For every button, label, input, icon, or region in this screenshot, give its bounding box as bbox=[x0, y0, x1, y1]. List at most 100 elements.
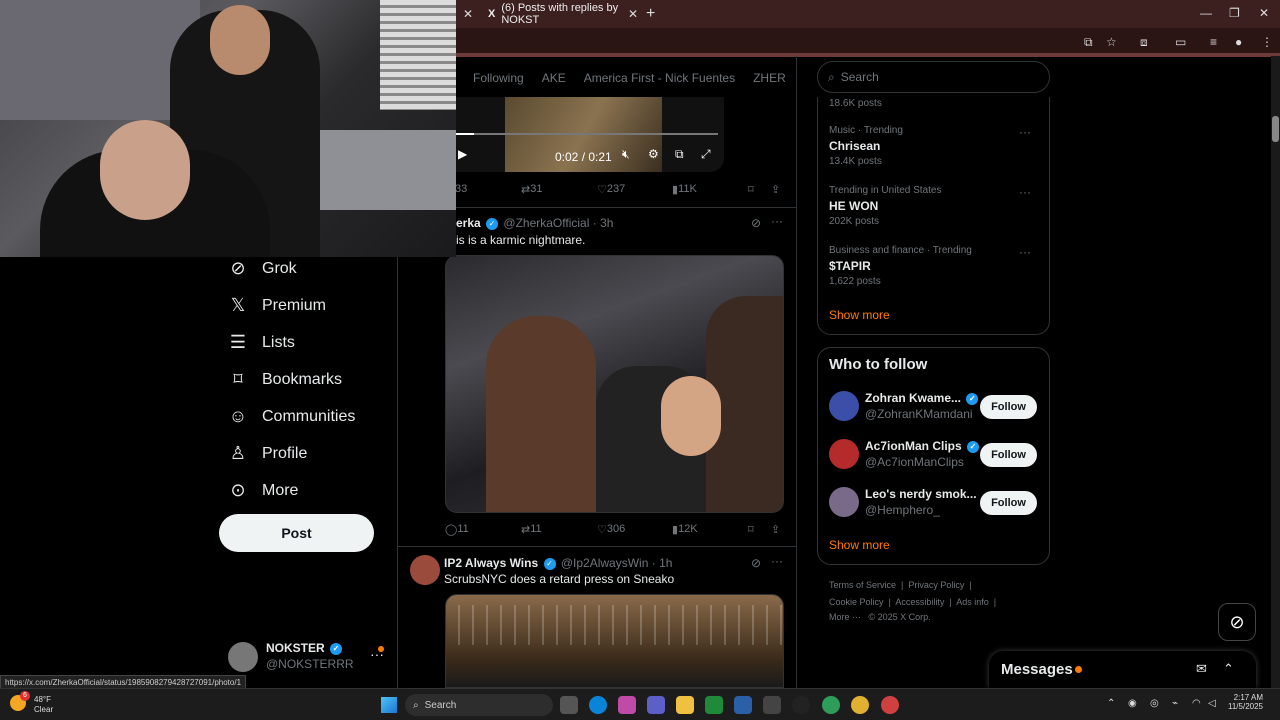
follow-suggestion[interactable]: Leo's nerdy smok... @Hemphero_ Follow bbox=[829, 487, 1039, 519]
like-button[interactable]: ♡ 237 bbox=[597, 183, 625, 196]
bookmark-icon[interactable]: ⌑ bbox=[748, 183, 754, 196]
ads-info-link[interactable]: Ads info bbox=[956, 597, 989, 607]
more-link[interactable]: More ··· bbox=[829, 612, 861, 622]
tab-america-first[interactable]: America First - Nick Fuentes bbox=[584, 71, 735, 85]
new-tab-icon[interactable]: + bbox=[646, 5, 655, 23]
follow-suggestion[interactable]: Ac7ionMan Clips ✓ @Ac7ionManClips Follow bbox=[829, 439, 1039, 471]
more-dots-icon[interactable]: ··· bbox=[771, 214, 783, 228]
trend-item[interactable]: Business and finance · Trending $TAPIR 1… bbox=[829, 245, 1039, 287]
volume-icon[interactable]: ◁ bbox=[1208, 698, 1216, 709]
file-explorer-icon[interactable] bbox=[676, 696, 694, 714]
tray-app-icon[interactable]: ⌁ bbox=[1172, 698, 1178, 709]
obs-icon[interactable] bbox=[792, 696, 810, 714]
teams-icon[interactable] bbox=[647, 696, 665, 714]
store-icon[interactable] bbox=[734, 696, 752, 714]
search-input[interactable]: ⌕ Search bbox=[817, 61, 1050, 93]
account-switcher[interactable]: NOKSTER ✓ @NOKSTERRR ··· bbox=[228, 640, 388, 676]
nav-lists[interactable]: ☰ Lists bbox=[228, 332, 295, 353]
repost-button[interactable]: ⇄ 31 bbox=[521, 183, 542, 196]
scrollbar-thumb[interactable] bbox=[1272, 116, 1279, 142]
play-icon[interactable]: ▶ bbox=[458, 147, 467, 161]
tab-ake[interactable]: AKE bbox=[542, 71, 566, 85]
sidepanel-icon[interactable]: ▭ bbox=[1175, 35, 1186, 49]
mute-icon[interactable]: 🔇︎ bbox=[622, 147, 630, 162]
repost-button[interactable]: ⇄ 11 bbox=[521, 523, 542, 536]
messages-drawer[interactable]: Messages ✉ ⌃ bbox=[989, 651, 1256, 688]
copilot-icon[interactable] bbox=[618, 696, 636, 714]
cookie-link[interactable]: Cookie Policy bbox=[829, 597, 884, 607]
author-handle[interactable]: @ZherkaOfficial bbox=[503, 216, 589, 230]
accessibility-link[interactable]: Accessibility bbox=[895, 597, 944, 607]
pip-icon[interactable]: ⧉ bbox=[675, 147, 684, 162]
chrome-icon[interactable] bbox=[822, 696, 840, 714]
tray-app-icon[interactable]: ◉ bbox=[1128, 698, 1137, 709]
taskbar-search[interactable]: ⌕ Search bbox=[405, 694, 553, 716]
install-icon[interactable]: ⧉ bbox=[1084, 35, 1093, 50]
privacy-link[interactable]: Privacy Policy bbox=[908, 580, 964, 590]
new-message-icon[interactable]: ✉ bbox=[1196, 661, 1207, 677]
follow-button[interactable]: Follow bbox=[980, 443, 1037, 467]
follow-button[interactable]: Follow bbox=[980, 491, 1037, 515]
chrome-icon[interactable] bbox=[851, 696, 869, 714]
nav-more[interactable]: ⊙ More bbox=[228, 480, 298, 501]
star-icon[interactable]: ☆ bbox=[1106, 35, 1117, 49]
video-progress-track[interactable] bbox=[456, 133, 718, 135]
more-dots-icon[interactable]: ··· bbox=[1019, 185, 1031, 199]
minimize-icon[interactable]: — bbox=[1200, 6, 1212, 20]
chevron-up-icon[interactable]: ⌃ bbox=[1223, 661, 1234, 677]
tweet-image[interactable] bbox=[445, 594, 784, 688]
extensions-icon[interactable]: ⧈ bbox=[1140, 35, 1148, 50]
bookmark-icon[interactable]: ⌑ bbox=[748, 523, 754, 536]
views-button[interactable]: ▮ 11K bbox=[672, 183, 697, 196]
trend-item[interactable]: Trending in United States HE WON 202K po… bbox=[829, 185, 1039, 227]
follow-suggestion[interactable]: Zohran Kwame... ✓ @ZohranKMamdani Follow bbox=[829, 391, 1039, 423]
wifi-icon[interactable]: ◠ bbox=[1192, 698, 1201, 709]
close-tab-icon[interactable]: ✕ bbox=[628, 7, 638, 21]
nav-premium[interactable]: 𝕏 Premium bbox=[228, 295, 326, 316]
like-button[interactable]: ♡ 306 bbox=[597, 523, 625, 536]
tab-following[interactable]: Following bbox=[473, 71, 524, 85]
media-icon[interactable]: ≡ bbox=[1210, 35, 1217, 49]
more-dots-icon[interactable]: ··· bbox=[1019, 125, 1031, 139]
terms-link[interactable]: Terms of Service bbox=[829, 580, 896, 590]
grok-icon[interactable]: ⊘ bbox=[751, 216, 761, 230]
task-view-icon[interactable] bbox=[560, 696, 578, 714]
grok-button[interactable]: ⊘ bbox=[1218, 603, 1256, 641]
author-handle[interactable]: @Ip2AlwaysWin bbox=[561, 556, 649, 570]
nav-grok[interactable]: ⊘ Grok bbox=[228, 258, 296, 279]
window-close-icon[interactable]: ✕ bbox=[1259, 6, 1269, 20]
author-name[interactable]: erka bbox=[456, 216, 481, 230]
clock[interactable]: 2:17 AM 11/5/2025 bbox=[1228, 693, 1263, 711]
grok-icon[interactable]: ⊘ bbox=[751, 556, 761, 570]
avatar[interactable] bbox=[410, 555, 440, 585]
post-button[interactable]: Post bbox=[219, 514, 374, 552]
follow-show-more-link[interactable]: Show more bbox=[829, 538, 890, 552]
photoshop-icon[interactable] bbox=[763, 696, 781, 714]
views-button[interactable]: ▮ 12K bbox=[672, 523, 698, 536]
tweet-image[interactable] bbox=[445, 255, 784, 513]
more-dots-icon[interactable]: ··· bbox=[771, 554, 783, 568]
windows-start-icon[interactable] bbox=[381, 697, 397, 713]
edge-icon[interactable] bbox=[589, 696, 607, 714]
tray-app-icon[interactable]: ◎ bbox=[1150, 698, 1159, 709]
trend-item[interactable]: Music · Trending Chrisean 13.4K posts ··… bbox=[829, 125, 1039, 167]
chrome-icon[interactable] bbox=[881, 696, 899, 714]
reply-button[interactable]: ◯ 11 bbox=[445, 523, 469, 536]
xbox-icon[interactable] bbox=[705, 696, 723, 714]
video-player[interactable]: ▶ 0:02 / 0:21 🔇︎ ⚙ ⧉ ⤢ bbox=[456, 97, 724, 172]
close-tab-icon[interactable]: ✕ bbox=[463, 7, 473, 21]
more-dots-icon[interactable]: ··· bbox=[1019, 245, 1031, 259]
profile-icon[interactable]: ● bbox=[1235, 35, 1242, 49]
trends-show-more-link[interactable]: Show more bbox=[829, 308, 890, 322]
browser-tab-active[interactable]: X (6) Posts with replies by NOKST ✕ bbox=[482, 2, 642, 26]
restore-icon[interactable]: ❐ bbox=[1229, 6, 1240, 20]
nav-communities[interactable]: ☺ Communities bbox=[228, 406, 356, 427]
page-scrollbar[interactable] bbox=[1271, 56, 1280, 688]
share-icon[interactable]: ⇪ bbox=[771, 183, 780, 196]
nav-bookmarks[interactable]: ⌑ Bookmarks bbox=[228, 369, 342, 390]
nav-profile[interactable]: ♙ Profile bbox=[228, 443, 307, 464]
follow-button[interactable]: Follow bbox=[980, 395, 1037, 419]
tab-zher[interactable]: ZHER bbox=[753, 71, 786, 85]
author-name[interactable]: IP2 Always Wins bbox=[444, 556, 538, 570]
fullscreen-icon[interactable]: ⤢ bbox=[701, 147, 711, 162]
